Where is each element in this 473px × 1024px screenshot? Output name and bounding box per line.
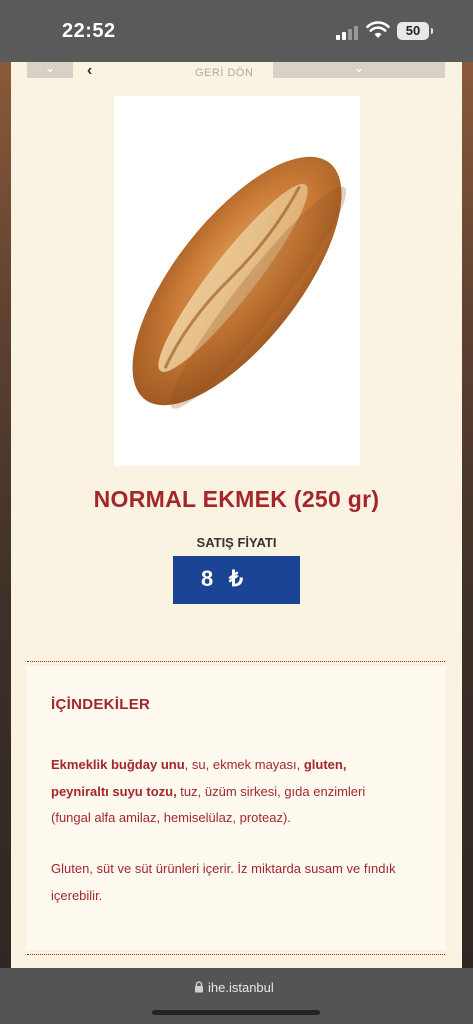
lira-currency-icon: ₺ bbox=[229, 566, 243, 591]
status-time: 22:52 bbox=[62, 20, 116, 42]
ingredients-heading: İÇİNDEKİLER bbox=[51, 696, 151, 713]
browser-url-bar[interactable]: ihe.istanbul bbox=[0, 968, 473, 1024]
ingredient-bold: Ekmeklik buğday unu bbox=[51, 757, 185, 772]
home-indicator[interactable] bbox=[152, 1010, 320, 1015]
section-divider bbox=[27, 954, 445, 955]
bread-icon bbox=[132, 156, 347, 409]
back-label[interactable]: GERİ DÖN bbox=[195, 67, 253, 79]
ingredient-normal: , su, ekmek mayası, bbox=[184, 757, 304, 772]
url-text[interactable]: ihe.istanbul bbox=[208, 980, 274, 995]
price-label: SATIŞ FİYATI bbox=[196, 535, 277, 550]
ingredients-section: İÇİNDEKİLER Ekmeklik buğday unu, su, ekm… bbox=[27, 666, 445, 950]
battery-indicator: 50 bbox=[397, 22, 433, 40]
cellular-signal-icon bbox=[336, 24, 360, 40]
wifi-icon bbox=[366, 21, 390, 38]
section-divider bbox=[27, 661, 445, 662]
product-page: ⌄ ‹ GERİ DÖN ⌄ NORMAL EKMEK (250 gr) SAT… bbox=[11, 62, 462, 968]
chevron-left-icon[interactable]: ‹ bbox=[87, 63, 92, 79]
price-value: 8 bbox=[201, 566, 214, 591]
chevron-down-icon: ⌄ bbox=[44, 62, 56, 75]
status-bar: 22:52 50 bbox=[0, 0, 473, 62]
product-image bbox=[114, 96, 360, 466]
lock-icon bbox=[195, 981, 203, 993]
price-box: 8 ₺ bbox=[173, 556, 300, 604]
ingredients-text: Ekmeklik buğday unu, su, ekmek mayası, g… bbox=[51, 752, 401, 832]
prev-dropdown-button[interactable]: ⌄ bbox=[27, 62, 73, 78]
product-title: NORMAL EKMEK (250 gr) bbox=[93, 486, 380, 512]
product-nav-bar: ⌄ ‹ GERİ DÖN ⌄ bbox=[11, 62, 462, 80]
allergen-text: Gluten, süt ve süt ürünleri içerir. İz m… bbox=[51, 861, 396, 903]
chevron-down-icon: ⌄ bbox=[353, 62, 365, 75]
next-dropdown-button[interactable]: ⌄ bbox=[273, 62, 445, 78]
